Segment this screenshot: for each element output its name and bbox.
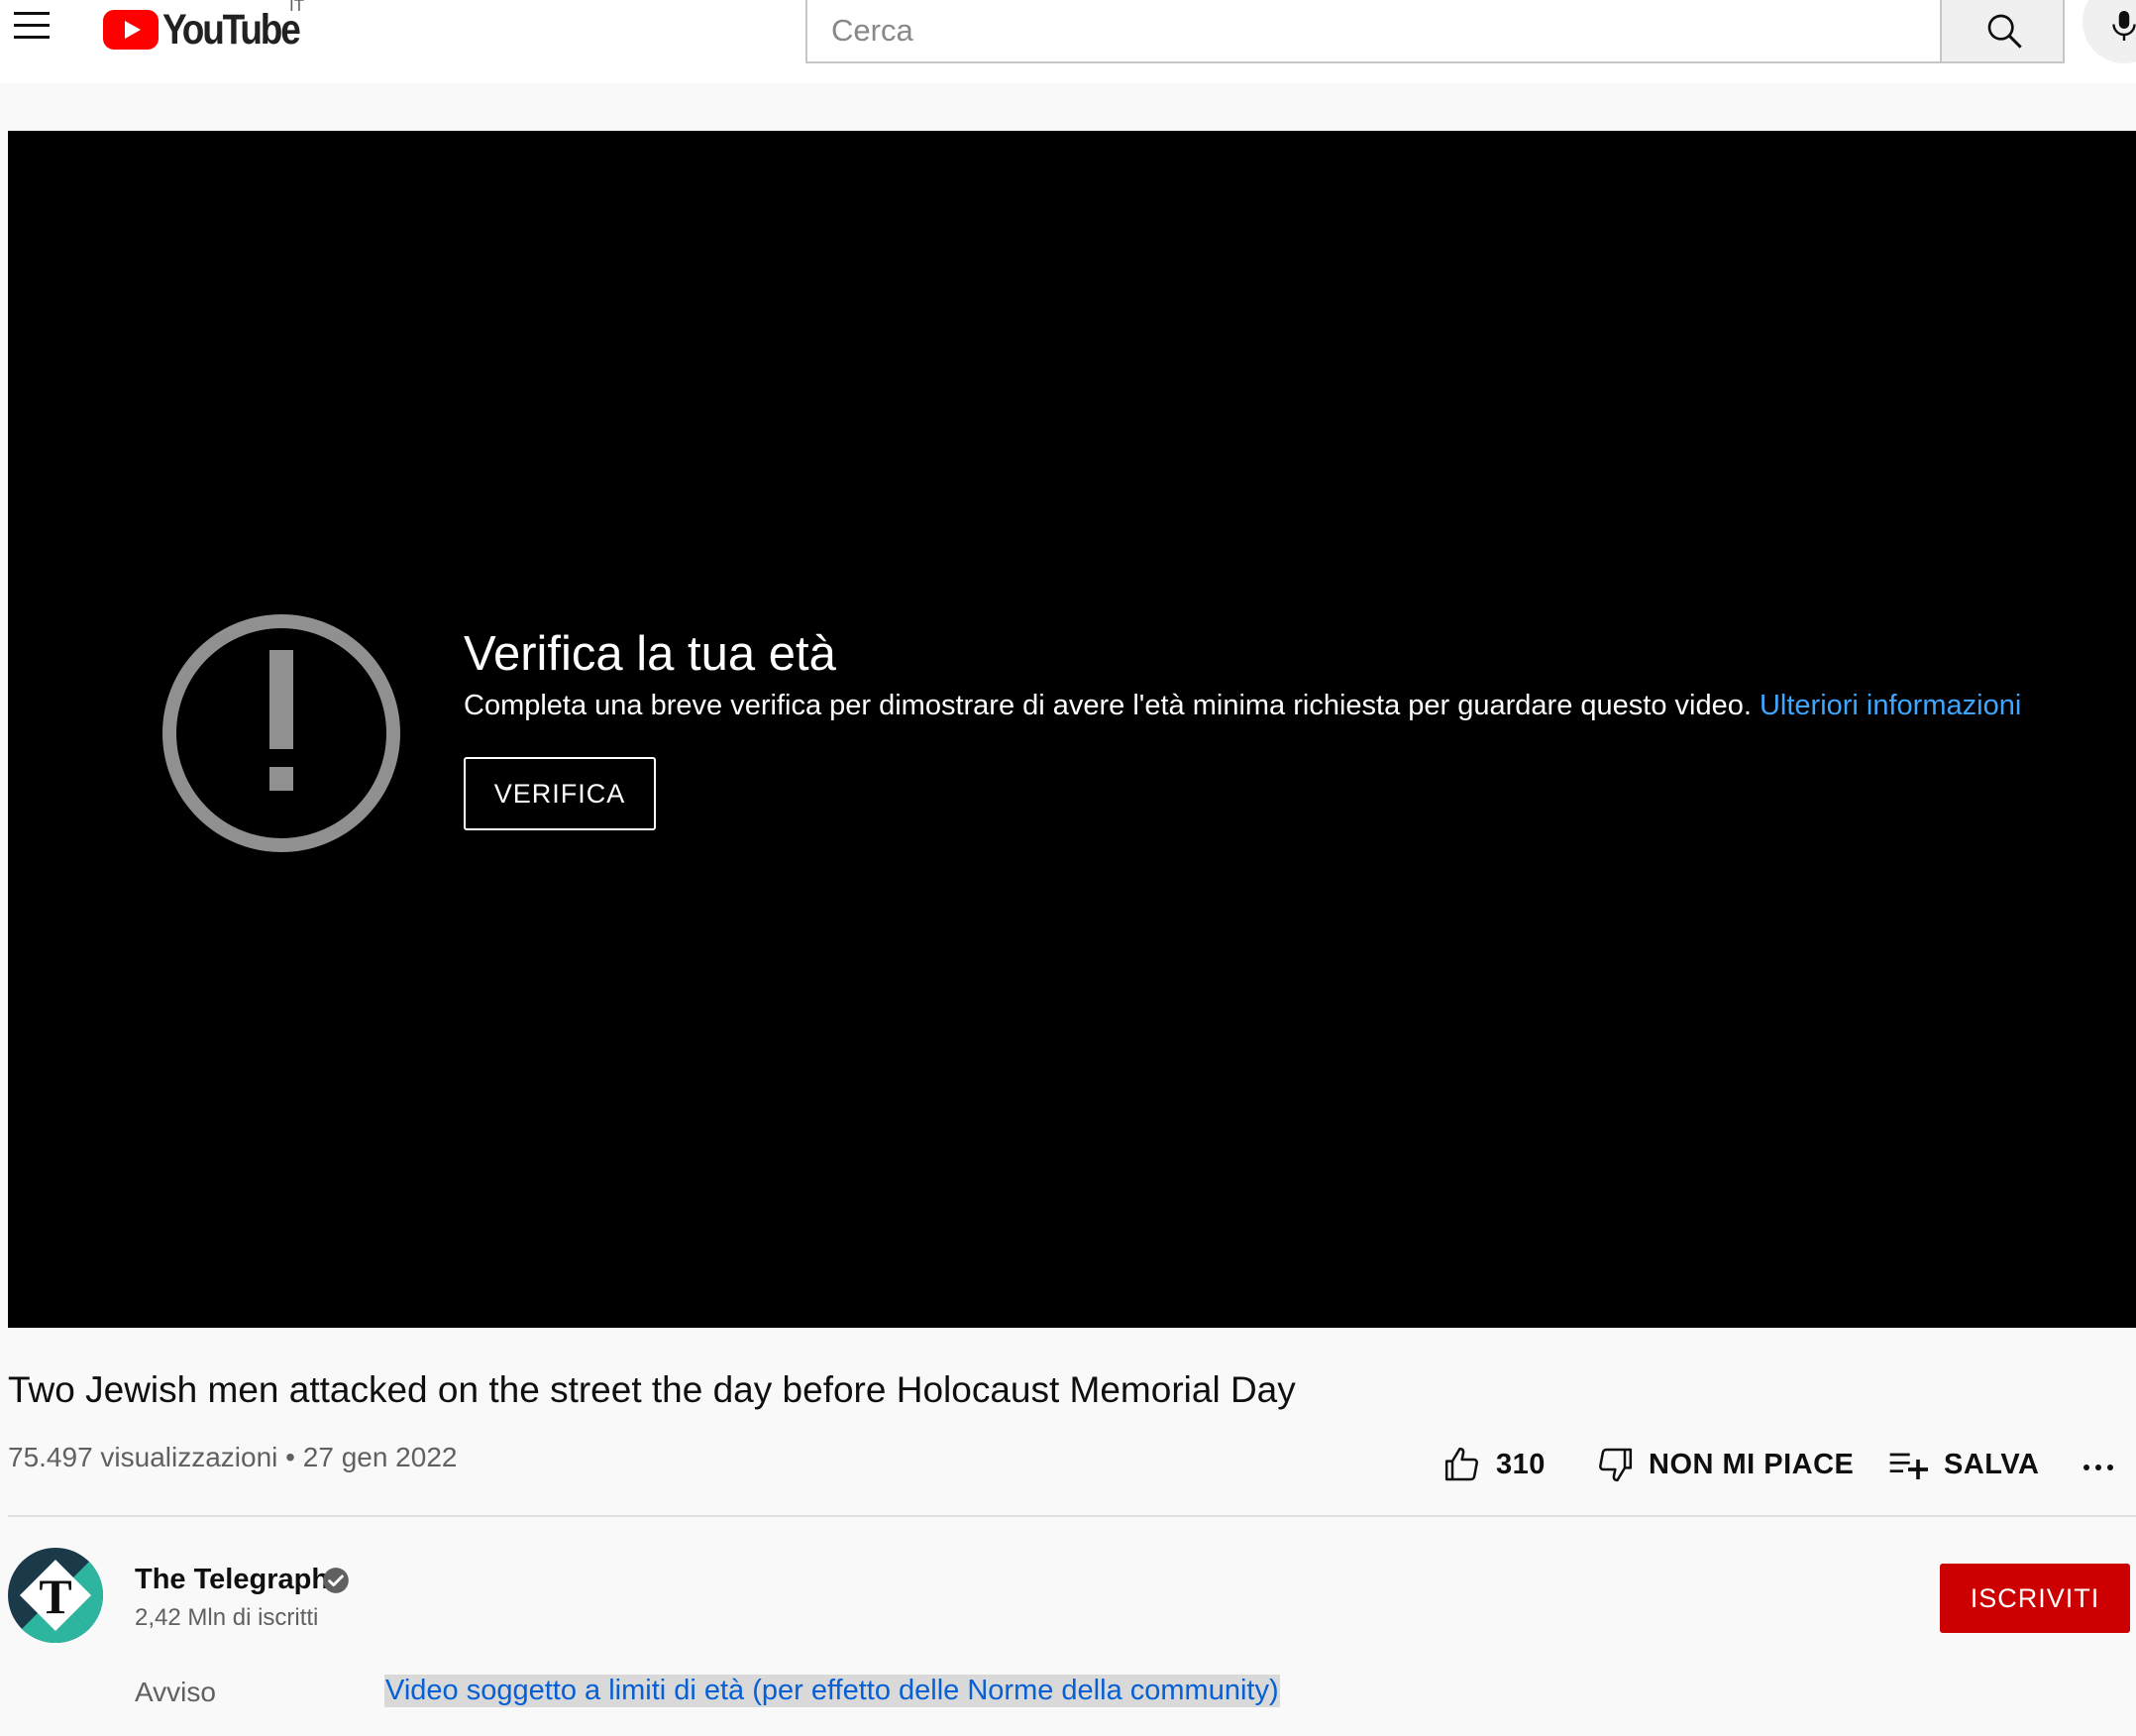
search-input[interactable] xyxy=(829,8,1923,54)
thumbs-up-icon xyxy=(1444,1447,1478,1481)
thumbs-down-icon xyxy=(1599,1448,1633,1482)
channel-name[interactable]: The Telegraph xyxy=(135,1564,329,1596)
like-button[interactable]: 310 xyxy=(1442,1435,1546,1494)
more-horizontal-icon xyxy=(2083,1465,2113,1470)
save-button[interactable]: SALVA xyxy=(1886,1435,2039,1494)
voice-search-button[interactable] xyxy=(2083,0,2136,63)
masthead: YouTube IT xyxy=(0,0,2136,83)
age-verify-title: Verifica la tua età xyxy=(464,627,836,681)
search-box xyxy=(805,0,1941,63)
youtube-play-icon xyxy=(103,10,159,50)
video-player[interactable]: Verifica la tua età Completa una breve v… xyxy=(8,131,2136,1328)
playlist-add-icon xyxy=(1889,1453,1928,1479)
verified-check-icon xyxy=(323,1568,349,1593)
channel-avatar[interactable]: T xyxy=(8,1548,103,1643)
like-count: 310 xyxy=(1496,1448,1546,1480)
age-verify-description: Completa una breve verifica per dimostra… xyxy=(464,690,2021,722)
logo-text: YouTube xyxy=(162,5,301,54)
subscriber-count: 2,42 Mln di iscritti xyxy=(135,1604,319,1631)
community-guidelines-link[interactable]: Video soggetto a limiti di età (per effe… xyxy=(384,1675,1280,1707)
country-code: IT xyxy=(289,0,305,15)
hamburger-menu-icon[interactable] xyxy=(10,8,53,48)
svg-text:T: T xyxy=(39,1569,71,1624)
dislike-button[interactable]: NON MI PIACE xyxy=(1595,1435,1854,1494)
video-actions: 310 NON MI PIACE SALVA xyxy=(0,1435,2136,1494)
search-button[interactable] xyxy=(1940,0,2065,63)
learn-more-link[interactable]: Ulteriori informazioni xyxy=(1760,690,2021,721)
section-divider xyxy=(8,1515,2136,1517)
exclamation-circle-icon xyxy=(162,614,400,852)
verify-button[interactable]: VERIFICA xyxy=(464,757,656,830)
microphone-icon xyxy=(2112,11,2136,41)
notice-label: Avviso xyxy=(135,1677,216,1707)
subscribe-button[interactable]: ISCRIVITI xyxy=(1940,1564,2130,1633)
video-title: Two Jewish men attacked on the street th… xyxy=(8,1369,1296,1410)
more-actions-button[interactable] xyxy=(2081,1435,2116,1494)
dislike-label: NON MI PIACE xyxy=(1649,1448,1855,1480)
age-verify-text: Completa una breve verifica per dimostra… xyxy=(464,690,1752,721)
search-icon xyxy=(1987,14,2022,49)
save-label: SALVA xyxy=(1944,1448,2040,1480)
